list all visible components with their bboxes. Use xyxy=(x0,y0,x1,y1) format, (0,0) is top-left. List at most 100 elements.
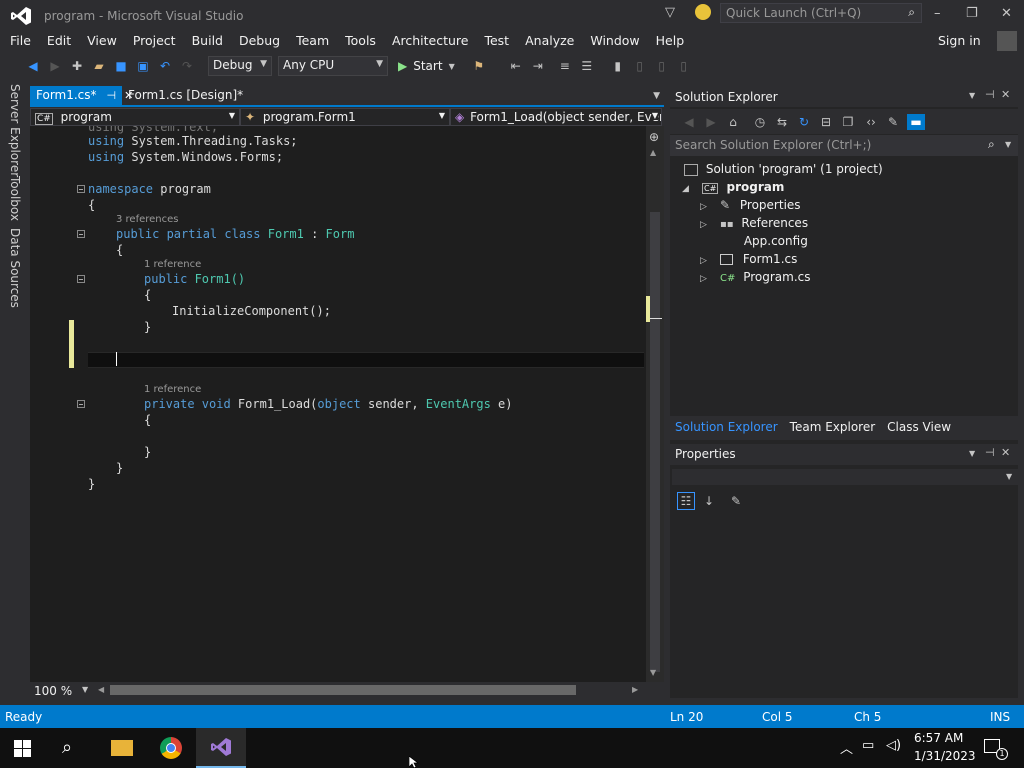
tree-solution[interactable]: Solution 'program' (1 project) xyxy=(684,160,883,178)
window-position-chevron-icon[interactable]: ▼ xyxy=(969,449,975,458)
save-all-icon[interactable]: ▣ xyxy=(135,58,151,74)
tree-project[interactable]: C# program xyxy=(702,178,784,196)
chrome-icon[interactable] xyxy=(160,737,182,759)
menu-team[interactable]: Team xyxy=(288,30,337,52)
collapse-class-icon[interactable] xyxy=(77,230,85,238)
bookmark-icon[interactable]: ▮ xyxy=(610,58,626,74)
volume-icon[interactable]: ◁) xyxy=(886,738,901,753)
expanded-arrow-icon[interactable]: ◢ xyxy=(682,184,689,194)
scroll-left-icon[interactable]: ◀ xyxy=(98,685,104,694)
collapsed-arrow-icon[interactable]: ▷ xyxy=(700,274,707,284)
browser-link-icon[interactable]: ⚑ xyxy=(471,58,487,74)
tree-item-properties[interactable]: ✎ Properties xyxy=(720,196,801,214)
member-dropdown[interactable]: ◈ Form1_Load(object sender, Even ▼ xyxy=(450,107,662,126)
tree-item-program-cs[interactable]: C# Program.cs xyxy=(720,268,811,286)
tab-form1-design[interactable]: Form1.cs [Design]* xyxy=(122,86,249,105)
close-button[interactable]: ✕ xyxy=(1001,6,1012,21)
account-icon[interactable] xyxy=(997,31,1017,51)
menu-view[interactable]: View xyxy=(79,30,125,52)
project-dropdown[interactable]: C# program ▼ xyxy=(30,107,240,126)
tab-team-explorer[interactable]: Team Explorer xyxy=(790,420,876,434)
restore-button[interactable]: ❐ xyxy=(966,6,978,21)
collapsed-arrow-icon[interactable]: ▷ xyxy=(700,220,707,230)
clock-time[interactable]: 6:57 AM xyxy=(914,731,963,745)
zoom-level-select[interactable]: 100 % xyxy=(34,684,72,698)
property-pages-icon[interactable]: ✎ xyxy=(728,493,744,509)
clear-bookmarks-icon[interactable]: ▯ xyxy=(676,58,692,74)
bookmark-prev-icon[interactable]: ▯ xyxy=(632,58,648,74)
menu-file[interactable]: File xyxy=(2,30,39,52)
bookmark-next-icon[interactable]: ▯ xyxy=(654,58,670,74)
editor-horizontal-scroll-thumb[interactable] xyxy=(110,685,576,695)
tab-solution-explorer[interactable]: Solution Explorer xyxy=(675,420,778,434)
sync-with-document-icon[interactable]: ⇆ xyxy=(774,114,790,130)
visual-studio-taskbar-button[interactable] xyxy=(196,728,246,768)
redo-icon[interactable]: ↷ xyxy=(179,58,195,74)
search-icon[interactable]: ⌕ xyxy=(62,737,72,758)
code-editor[interactable]: using System.Text; using System.Threadin… xyxy=(30,126,646,682)
collapse-all-icon[interactable]: ⊟ xyxy=(818,114,834,130)
back-icon[interactable]: ◀ xyxy=(681,114,697,130)
file-explorer-icon[interactable] xyxy=(111,740,133,756)
menu-build[interactable]: Build xyxy=(184,30,231,52)
menu-project[interactable]: Project xyxy=(125,30,184,52)
view-code-icon[interactable]: ‹› xyxy=(863,114,879,130)
menu-tools[interactable]: Tools xyxy=(337,30,384,52)
menu-window[interactable]: Window xyxy=(582,30,647,52)
solution-explorer-search-input[interactable]: Search Solution Explorer (Ctrl+;) ⌕ ▼ xyxy=(670,135,1018,156)
save-icon[interactable]: ■ xyxy=(113,58,129,74)
scroll-up-icon[interactable]: ▲ xyxy=(650,148,656,157)
pending-changes-filter-icon[interactable]: ◷ xyxy=(752,114,768,130)
sign-in-link[interactable]: Sign in xyxy=(938,33,981,48)
solution-platform-select[interactable]: Any CPU ▼ xyxy=(278,56,388,76)
preview-selected-items-icon[interactable]: ▬ xyxy=(907,113,925,130)
menu-test[interactable]: Test xyxy=(476,30,517,52)
network-icon[interactable]: ▭ xyxy=(862,738,874,753)
feedback-smiley-icon[interactable] xyxy=(695,4,711,20)
show-hidden-icons-chevron-icon[interactable]: ︿ xyxy=(840,738,853,757)
tab-form1-cs[interactable]: Form1.cs* ⊣ ✕ xyxy=(30,86,133,105)
editor-scroll-thumb[interactable] xyxy=(650,212,660,672)
menu-analyze[interactable]: Analyze xyxy=(517,30,582,52)
categorized-icon[interactable]: ☷ xyxy=(677,492,695,510)
show-all-files-icon[interactable]: ❐ xyxy=(840,114,856,130)
filter-icon[interactable]: ▽ xyxy=(665,5,675,20)
clock-date[interactable]: 1/31/2023 xyxy=(914,749,976,763)
toolbox-tab[interactable]: Toolbox xyxy=(8,176,22,221)
refresh-icon[interactable]: ↻ xyxy=(796,114,812,130)
alphabetical-icon[interactable]: ↓ xyxy=(701,493,717,509)
new-project-icon[interactable]: ✚ xyxy=(69,58,85,74)
scroll-down-icon[interactable]: ▼ xyxy=(650,668,656,677)
navigate-forward-icon[interactable]: ▶ xyxy=(47,58,63,74)
quick-launch-input[interactable]: Quick Launch (Ctrl+Q) ⌕ xyxy=(720,3,922,23)
auto-hide-pin-icon[interactable]: ⊣ xyxy=(985,446,995,459)
windows-start-icon[interactable] xyxy=(14,740,31,757)
menu-help[interactable]: Help xyxy=(648,30,693,52)
object-selector-dropdown[interactable]: ▼ xyxy=(672,469,1018,485)
pin-icon[interactable]: ⊣ xyxy=(107,86,117,105)
comment-icon[interactable]: ≡ xyxy=(557,58,573,74)
data-sources-tab[interactable]: Data Sources xyxy=(8,228,22,308)
collapse-constructor-icon[interactable] xyxy=(77,275,85,283)
auto-hide-pin-icon[interactable]: ⊣ xyxy=(985,88,995,101)
open-file-icon[interactable]: ▰ xyxy=(91,58,107,74)
codelens-references[interactable]: 1 reference xyxy=(144,384,201,395)
tree-item-references[interactable]: ▪▪ References xyxy=(720,214,808,232)
server-explorer-tab[interactable]: Server Explorer xyxy=(8,84,22,177)
collapse-method-icon[interactable] xyxy=(77,400,85,408)
menu-architecture[interactable]: Architecture xyxy=(384,30,477,52)
properties-wrench-icon[interactable]: ✎ xyxy=(885,114,901,130)
collapse-namespace-icon[interactable] xyxy=(77,185,85,193)
codelens-references[interactable]: 1 reference xyxy=(144,259,201,270)
start-button[interactable]: ▶ Start ▼ xyxy=(398,59,455,73)
tree-item-form1-cs[interactable]: Form1.cs xyxy=(720,250,797,268)
close-panel-icon[interactable]: ✕ xyxy=(1001,88,1010,101)
tree-item-app-config[interactable]: App.config xyxy=(720,232,808,250)
solution-configuration-select[interactable]: Debug ▼ xyxy=(208,56,272,76)
scroll-right-icon[interactable]: ▶ xyxy=(632,685,638,694)
collapsed-arrow-icon[interactable]: ▷ xyxy=(700,256,707,266)
step-over-icon[interactable]: ⇥ xyxy=(530,58,546,74)
menu-debug[interactable]: Debug xyxy=(231,30,288,52)
split-editor-icon[interactable]: ⊕ xyxy=(649,130,659,144)
undo-icon[interactable]: ↶ xyxy=(157,58,173,74)
